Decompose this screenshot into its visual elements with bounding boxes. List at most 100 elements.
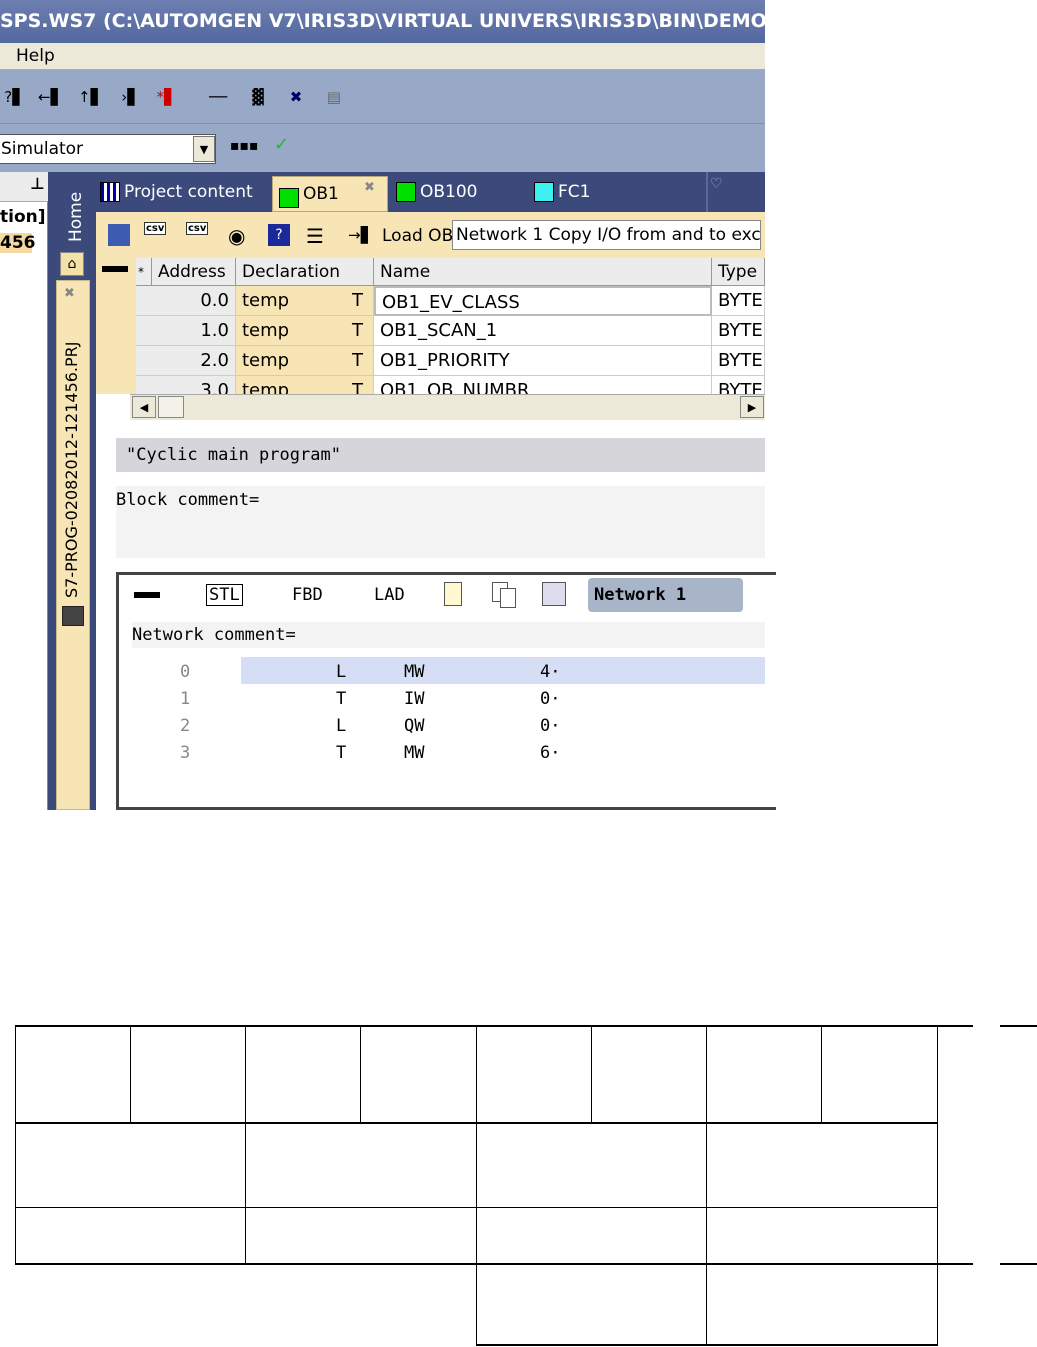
line-value: 0· xyxy=(540,689,561,709)
main-toolbar: ?▋ ←▋ ↑▋ ›▋ *▋ ── ▓ ✖ ▤ xyxy=(0,70,765,182)
target-select[interactable]: Simulator xyxy=(0,134,216,164)
document-icon[interactable] xyxy=(444,582,462,606)
cell-address[interactable]: 0.0 xyxy=(136,286,236,316)
query-block-icon[interactable]: ?▋ xyxy=(0,83,28,111)
line-op: T xyxy=(336,689,347,709)
line-operand: IW xyxy=(404,689,425,709)
cell-t: T xyxy=(346,316,374,346)
csv-export-icon[interactable]: csv xyxy=(144,222,167,235)
transfer-icon[interactable]: ›▋ xyxy=(116,83,144,111)
grid-header-name[interactable]: Name xyxy=(374,258,712,286)
tab-project-content[interactable]: Project content xyxy=(100,176,253,208)
cell-t: T xyxy=(346,376,374,394)
tab-label: FC1 xyxy=(558,182,591,202)
ellipsis-button[interactable]: ▪▪▪ xyxy=(230,138,258,154)
block-icon xyxy=(396,182,416,202)
scroll-thumb[interactable] xyxy=(158,396,184,418)
table-line xyxy=(476,1344,938,1346)
line-value: 6· xyxy=(540,743,561,763)
grid-header-address[interactable]: Address xyxy=(152,258,236,286)
block-title[interactable]: "Cyclic main program" xyxy=(116,438,765,472)
view-stl-button[interactable]: STL xyxy=(206,584,243,606)
line-operand: MW xyxy=(404,662,425,682)
csv-import-icon[interactable]: csv xyxy=(186,222,209,235)
rack-icon[interactable]: ▓ xyxy=(244,83,272,111)
cell-name[interactable]: OB1_EV_CLASS xyxy=(374,286,712,316)
line-operand: QW xyxy=(404,716,425,736)
network-label[interactable]: Network 1 xyxy=(588,578,743,612)
connect-icon[interactable]: ── xyxy=(204,83,232,111)
block-icon xyxy=(279,187,299,208)
scroll-left-icon[interactable]: ◀ xyxy=(132,396,156,418)
check-icon[interactable]: ✓ xyxy=(274,134,289,155)
cell-declaration[interactable]: temp xyxy=(236,346,362,376)
line-op: L xyxy=(336,662,347,682)
table-line xyxy=(821,1025,822,1123)
cell-declaration[interactable]: temp xyxy=(236,376,362,394)
tab-list-icon[interactable]: ♡ xyxy=(710,176,723,192)
chevron-down-icon[interactable]: ▼ xyxy=(193,136,215,162)
scroll-right-icon[interactable]: ▶ xyxy=(740,396,764,418)
delete-block-icon[interactable]: *▋ xyxy=(152,83,180,111)
network-select[interactable]: Network 1 Copy I/O from and to exch xyxy=(452,220,761,250)
cell-name[interactable]: OB1_OB_NUMBR xyxy=(374,376,712,394)
binoculars-icon[interactable]: ◉ xyxy=(228,224,245,248)
grid-header-marker: * xyxy=(136,258,152,286)
selected-line-highlight xyxy=(241,657,765,684)
network-comment[interactable]: Network comment= xyxy=(132,622,765,648)
cell-address[interactable]: 2.0 xyxy=(136,346,236,376)
table-line xyxy=(1000,1025,1037,1027)
grid-icon xyxy=(100,182,120,202)
cell-name[interactable]: OB1_PRIORITY xyxy=(374,346,712,376)
tab-fc1[interactable]: FC1 xyxy=(534,176,590,208)
home-tab-label: Home xyxy=(66,191,86,242)
pin-icon[interactable]: ⊥ xyxy=(30,174,45,193)
line-number: 1 xyxy=(180,689,191,709)
block-comment[interactable]: Block comment= xyxy=(116,486,765,558)
cell-type[interactable]: BYTE xyxy=(712,286,765,316)
close-tab-icon[interactable]: ✖ xyxy=(364,180,375,195)
load-ob-icon[interactable]: →▋ xyxy=(348,226,372,244)
minus-icon[interactable] xyxy=(102,266,128,272)
table-line xyxy=(706,1025,707,1346)
copy-icon[interactable] xyxy=(492,582,516,608)
save-icon[interactable] xyxy=(108,224,130,246)
grid-header-declaration[interactable]: Declaration xyxy=(236,258,374,286)
view-fbd-button[interactable]: FBD xyxy=(292,585,323,605)
horizontal-scrollbar[interactable] xyxy=(130,394,765,420)
tree-item-selected[interactable]: 456 xyxy=(0,233,36,253)
folder-icon xyxy=(62,606,84,626)
table-line xyxy=(360,1025,361,1123)
cell-type[interactable]: BYTE xyxy=(712,376,765,394)
cell-type[interactable]: BYTE xyxy=(712,346,765,376)
table-line xyxy=(245,1025,246,1265)
import-left-icon[interactable]: ←▋ xyxy=(36,83,64,111)
collapse-icon[interactable] xyxy=(134,592,160,598)
import-up-icon[interactable]: ↑▋ xyxy=(76,83,104,111)
table-row[interactable]: 3.0 temp T OB1_OB_NUMBR BYTE xyxy=(136,376,765,394)
tree-item[interactable]: tion] xyxy=(0,207,46,227)
cell-declaration[interactable]: temp xyxy=(236,286,362,316)
help-icon[interactable]: ? xyxy=(268,224,290,246)
cell-type[interactable]: BYTE xyxy=(712,316,765,346)
modules-icon[interactable]: ▤ xyxy=(320,83,348,111)
table-line xyxy=(15,1025,973,1027)
tab-divider xyxy=(706,172,708,212)
cell-address[interactable]: 1.0 xyxy=(136,316,236,346)
cell-address[interactable]: 3.0 xyxy=(136,376,236,394)
table-line xyxy=(937,1025,938,1346)
grid-header-type[interactable]: Type xyxy=(712,258,765,286)
block-icon xyxy=(534,182,554,202)
menu-help[interactable]: Help xyxy=(16,46,55,66)
cell-declaration[interactable]: temp xyxy=(236,316,362,346)
home-icon[interactable]: ⌂ xyxy=(60,252,84,276)
cell-name[interactable]: OB1_SCAN_1 xyxy=(374,316,712,346)
paste-icon[interactable] xyxy=(542,582,566,606)
view-lad-button[interactable]: LAD xyxy=(374,585,405,605)
line-number: 2 xyxy=(180,716,191,736)
load-ob-label[interactable]: Load OB xyxy=(382,226,453,246)
disconnect-icon[interactable]: ✖ xyxy=(282,83,310,111)
close-icon[interactable]: ✖ xyxy=(64,286,75,301)
list-icon[interactable]: ☰ xyxy=(306,224,324,248)
tab-ob100[interactable]: OB100 xyxy=(396,176,478,208)
